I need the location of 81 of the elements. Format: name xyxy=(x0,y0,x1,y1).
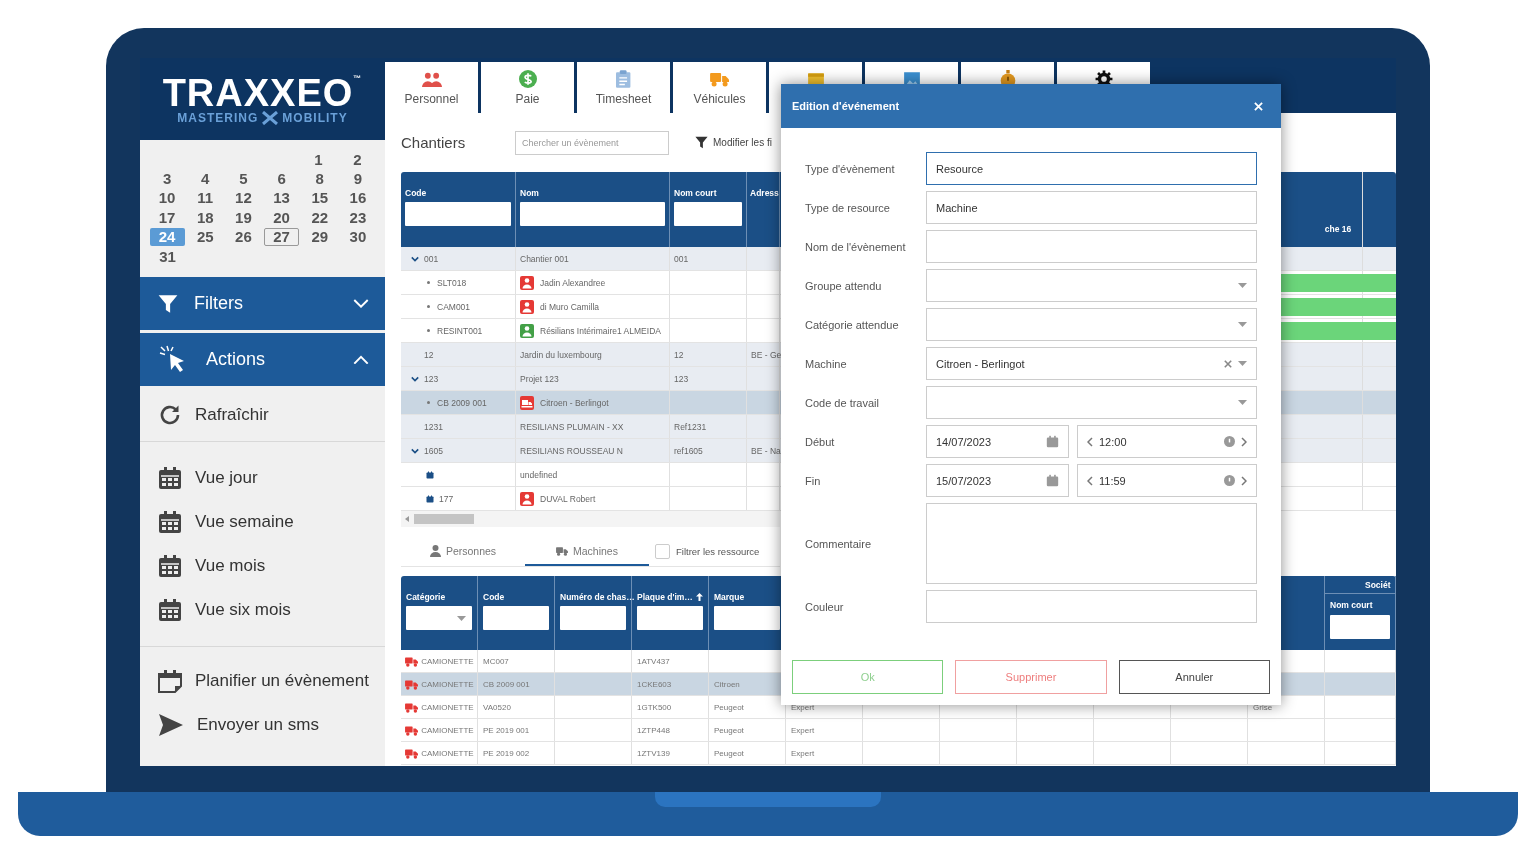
trademark-sign: ™ xyxy=(353,73,363,84)
site-name: Jadin Alexandree xyxy=(540,277,606,288)
short-name: 123 xyxy=(674,373,689,384)
plate-number: 1ZTV139 xyxy=(637,748,670,758)
column-header: Adress xyxy=(750,188,779,198)
vehicle-code: MC007 xyxy=(483,656,509,666)
field-label: Groupe attendu xyxy=(805,279,883,292)
field-label: Début xyxy=(805,435,836,448)
column-header: Code xyxy=(483,592,505,602)
short-name: Ref1231 xyxy=(674,421,707,432)
site-code: CB 2009 001 xyxy=(437,397,487,408)
column-header: Numéro de chas… xyxy=(560,592,635,602)
plate-number: 1CKE603 xyxy=(637,679,672,689)
brand: Peugeot xyxy=(714,725,744,735)
site-name: RESILIANS PLUMAIN - XX xyxy=(520,421,624,432)
vehicle-code: VA0520 xyxy=(483,702,511,712)
short-name: ref1605 xyxy=(674,445,703,456)
short-name: 12 xyxy=(674,349,684,360)
category: CAMIONETTE xyxy=(421,725,474,735)
site-code: 1231 xyxy=(424,421,443,432)
field-label: Fin xyxy=(805,474,822,487)
page-title: Chantiers xyxy=(401,134,467,151)
plate-number: 1ATV437 xyxy=(637,656,670,666)
plate-number: 1ZTP448 xyxy=(637,725,670,735)
site-code: 1605 xyxy=(424,445,443,456)
field-label: Catégorie attendue xyxy=(805,318,900,331)
category: CAMIONETTE xyxy=(421,679,474,689)
site-code: RESINT001 xyxy=(437,325,483,336)
site-code: 177 xyxy=(439,493,454,504)
site-name: Projet 123 xyxy=(520,373,559,384)
vehicle-code: PE 2019 002 xyxy=(483,748,530,758)
column-header: Nom xyxy=(520,188,540,198)
column-header: Nom court xyxy=(674,188,718,198)
site-name: Jardin du luxembourg xyxy=(520,349,602,360)
site-code: 001 xyxy=(424,253,439,264)
field-label: Code de travail xyxy=(805,396,880,409)
site-name: di Muro Camilla xyxy=(540,301,600,312)
field-label: Type d'évènement xyxy=(805,162,896,175)
site-name: RESILIANS ROUSSEAU N xyxy=(520,445,623,456)
column-header: Plaque d'im… xyxy=(637,592,693,602)
brand: Peugeot xyxy=(714,702,744,712)
column-header: Code xyxy=(405,188,428,198)
field-label: Nom de l'évènement xyxy=(805,240,907,253)
category: CAMIONETTE xyxy=(421,656,474,666)
plate-number: 1GTK500 xyxy=(637,702,672,712)
site-name: undefined xyxy=(520,469,558,480)
checkbox-label: Filtrer les ressource xyxy=(676,546,760,557)
category: CAMIONETTE xyxy=(421,748,474,758)
model: Expert xyxy=(791,748,815,758)
vehicle-code: CB 2009 001 xyxy=(483,679,530,689)
site-name: Chantier 001 xyxy=(520,253,569,264)
site-code: SLT018 xyxy=(437,277,467,288)
column-header: Catégorie xyxy=(406,592,446,602)
week-label: che 16 xyxy=(1324,223,1352,234)
category: CAMIONETTE xyxy=(421,702,474,712)
model: Expert xyxy=(791,702,815,712)
color-name: Grise xyxy=(1253,702,1273,712)
site-code: 12 xyxy=(424,349,434,360)
site-name: Résilians Intérimaire1 ALMEIDA xyxy=(540,325,661,336)
field-label: Couleur xyxy=(805,600,845,613)
address: BE - Na xyxy=(751,445,781,456)
column-header: Nom court xyxy=(1330,600,1374,610)
column-group-header: Sociét xyxy=(1365,579,1391,590)
field-label: Type de resource xyxy=(805,201,891,214)
logo-tagline: MASTERING xyxy=(177,110,259,125)
field-label: Machine xyxy=(805,357,848,370)
short-name: 001 xyxy=(674,253,689,264)
model: Expert xyxy=(791,725,815,735)
address: BE - Ge xyxy=(751,349,782,360)
site-code: 123 xyxy=(424,373,439,384)
logo-wordmark: TRAXXEO xyxy=(162,73,354,112)
brand: Citroen xyxy=(714,679,740,689)
site-name: Citroen - Berlingot xyxy=(540,397,609,408)
vehicle-code: PE 2019 001 xyxy=(483,725,530,735)
site-code: CAM001 xyxy=(437,301,471,312)
brand: Peugeot xyxy=(714,748,744,758)
dialog-title: Edition d'événement xyxy=(792,100,900,112)
column-header: Marque xyxy=(714,592,745,602)
site-name: DUVAL Robert xyxy=(540,493,596,504)
logo-tagline: MOBILITY xyxy=(282,110,348,125)
field-label: Commentaire xyxy=(805,537,873,550)
